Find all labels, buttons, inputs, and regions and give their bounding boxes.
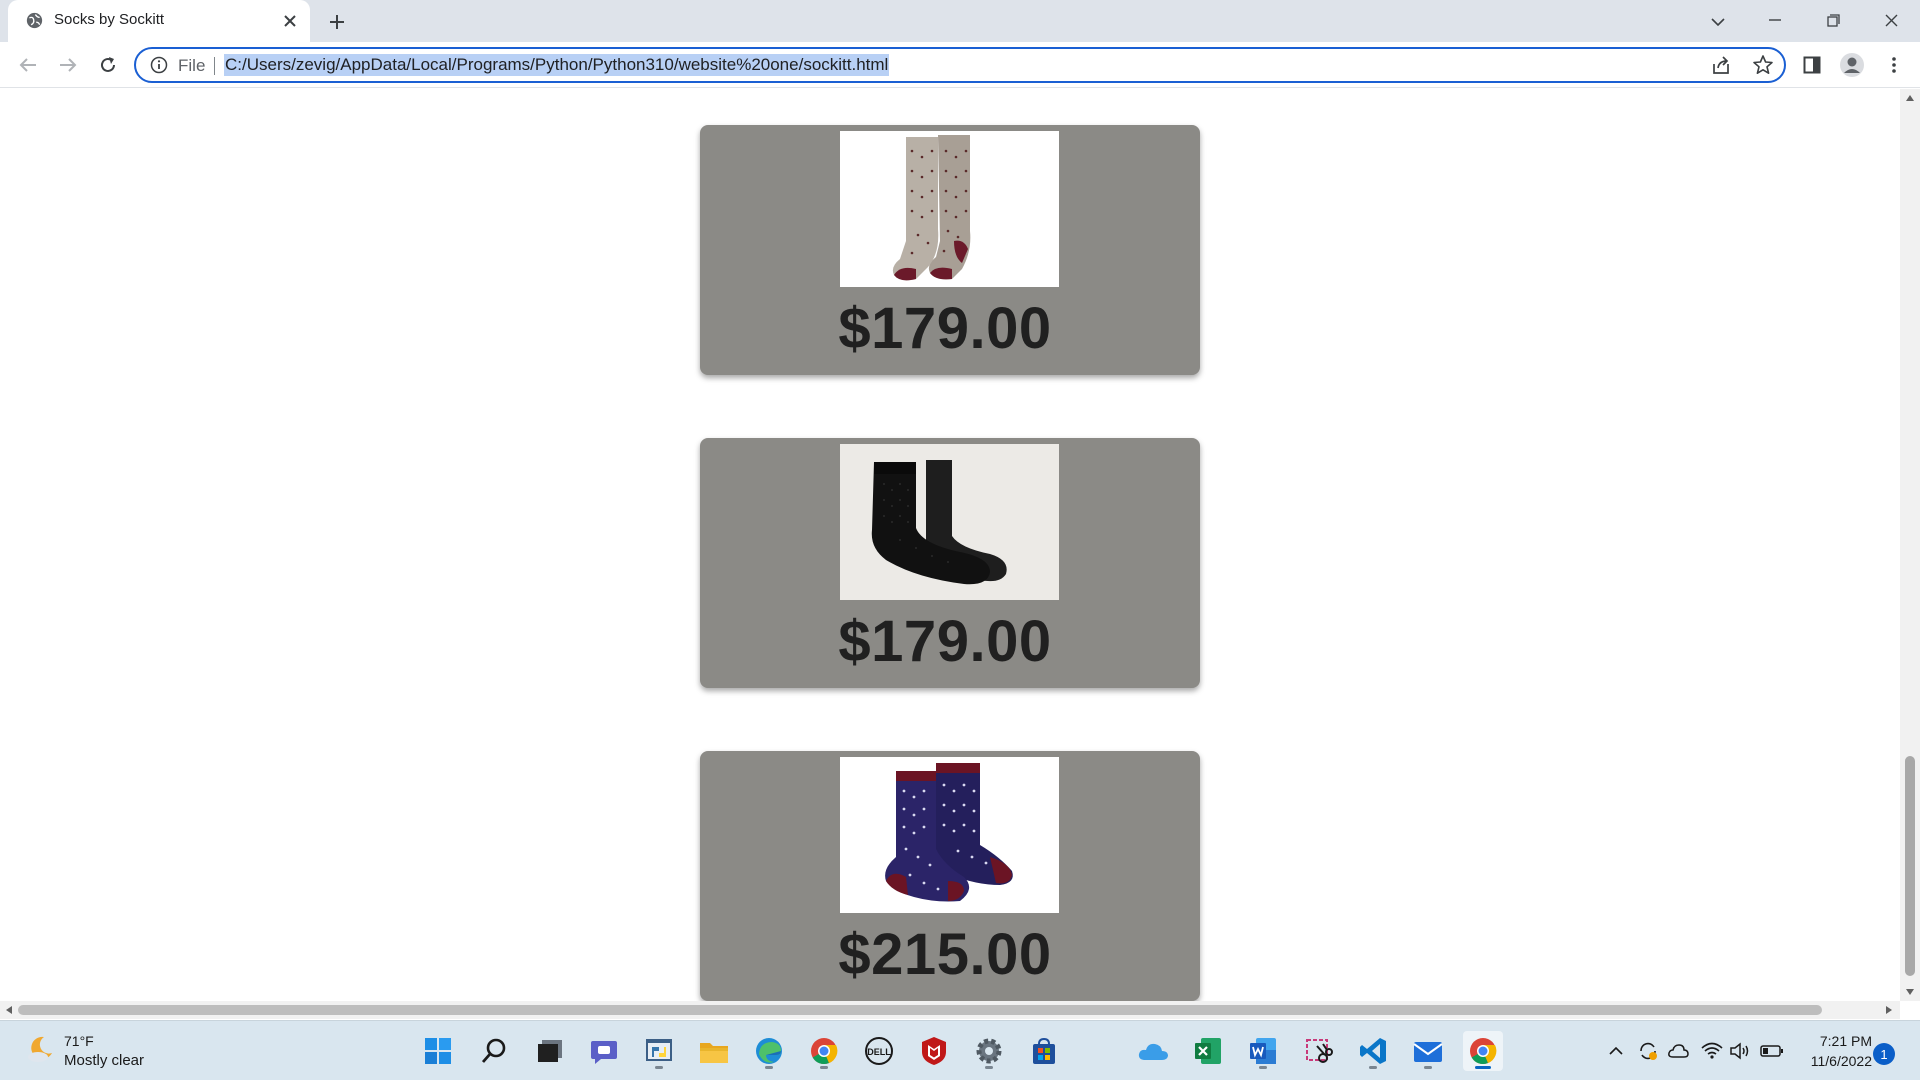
vertical-scrollbar[interactable] — [1900, 89, 1920, 1001]
file-explorer-icon[interactable] — [694, 1031, 734, 1071]
clock-date[interactable]: 11/6/2022 — [1798, 1053, 1872, 1069]
product-image-navy-socks[interactable] — [840, 757, 1059, 913]
vertical-scrollbar-thumb[interactable] — [1905, 756, 1915, 976]
onedrive-cloud-icon[interactable] — [1133, 1031, 1173, 1071]
python-idle-icon[interactable] — [639, 1031, 679, 1071]
running-indicator — [1424, 1066, 1432, 1069]
start-button[interactable] — [418, 1031, 458, 1071]
scroll-left-arrow-icon[interactable] — [2, 1003, 16, 1017]
running-indicator — [820, 1066, 828, 1069]
product-price: $215.00 — [838, 922, 1052, 987]
running-indicator — [1475, 1066, 1491, 1069]
tab-strip: Socks by Sockitt — [0, 0, 1920, 42]
volume-icon[interactable] — [1728, 1039, 1752, 1063]
snipping-tool-icon[interactable] — [1298, 1031, 1338, 1071]
wifi-icon[interactable] — [1700, 1039, 1724, 1063]
page-viewport: $179.00 $179.00 $215.00 — [0, 89, 1900, 1001]
back-button[interactable] — [12, 49, 44, 81]
restore-button[interactable] — [1804, 0, 1862, 40]
dell-icon[interactable]: DELL — [859, 1031, 899, 1071]
scroll-down-arrow-icon[interactable] — [1903, 985, 1917, 999]
chrome-browser-icon[interactable] — [804, 1031, 844, 1071]
address-separator — [214, 57, 215, 75]
browser-toolbar: File C:/Users/zevig/AppData/Local/Progra… — [0, 42, 1920, 88]
running-indicator — [765, 1066, 773, 1069]
weather-description: Mostly clear — [64, 1052, 145, 1069]
mcafee-shield-icon[interactable] — [914, 1031, 954, 1071]
tab-title: Socks by Sockitt — [54, 11, 165, 28]
close-window-button[interactable] — [1862, 0, 1920, 40]
product-card[interactable]: $215.00 — [700, 751, 1200, 1001]
bookmark-star-icon[interactable] — [1752, 54, 1774, 76]
product-image-beige-socks[interactable] — [840, 131, 1059, 287]
info-icon[interactable] — [150, 56, 168, 74]
word-icon[interactable] — [1243, 1031, 1283, 1071]
running-indicator — [655, 1066, 663, 1069]
settings-gear-icon[interactable] — [969, 1031, 1009, 1071]
side-panel-icon[interactable] — [1798, 51, 1826, 79]
sync-icon[interactable] — [1636, 1039, 1660, 1063]
file-scheme-label: File — [178, 56, 206, 75]
new-tab-button[interactable] — [324, 9, 350, 35]
running-indicator — [1369, 1066, 1377, 1069]
product-card[interactable]: $179.00 — [700, 438, 1200, 688]
weather-temperature: 71°F — [64, 1033, 94, 1049]
cloud-icon[interactable] — [1666, 1039, 1690, 1063]
clock-time[interactable]: 7:21 PM — [1808, 1033, 1872, 1049]
mail-envelope-icon[interactable] — [1408, 1031, 1448, 1071]
product-price: $179.00 — [838, 296, 1052, 361]
scroll-right-arrow-icon[interactable] — [1882, 1003, 1896, 1017]
teams-chat-icon[interactable] — [584, 1031, 624, 1071]
horizontal-scrollbar-thumb[interactable] — [18, 1005, 1822, 1015]
moon-cloud-icon — [28, 1036, 52, 1062]
share-icon[interactable] — [1710, 55, 1732, 77]
chrome-active-icon[interactable] — [1463, 1031, 1503, 1071]
edge-browser-icon[interactable] — [749, 1031, 789, 1071]
running-indicator — [1259, 1066, 1267, 1069]
svg-text:DELL: DELL — [867, 1047, 891, 1057]
excel-icon[interactable] — [1188, 1031, 1228, 1071]
close-tab-icon[interactable] — [280, 11, 300, 31]
windows-taskbar: 71°F Mostly clear DELL 7:21 PM 11/6/2022… — [0, 1020, 1920, 1080]
tab-search-chevron-icon[interactable] — [1706, 10, 1730, 34]
notification-badge[interactable]: 1 — [1873, 1043, 1895, 1065]
running-indicator — [985, 1066, 993, 1069]
vscode-icon[interactable] — [1353, 1031, 1393, 1071]
scroll-up-arrow-icon[interactable] — [1903, 91, 1917, 105]
menu-kebab-icon[interactable] — [1880, 51, 1908, 79]
browser-tab[interactable]: Socks by Sockitt — [8, 0, 310, 42]
taskbar-search-icon[interactable] — [474, 1031, 514, 1071]
address-bar[interactable]: File C:/Users/zevig/AppData/Local/Progra… — [134, 47, 1786, 83]
product-image-black-socks[interactable] — [840, 444, 1059, 600]
minimize-button[interactable] — [1746, 0, 1804, 40]
battery-icon[interactable] — [1760, 1039, 1784, 1063]
chevron-up-icon[interactable] — [1604, 1039, 1628, 1063]
forward-button[interactable] — [52, 49, 84, 81]
globe-icon — [26, 12, 43, 29]
product-card[interactable]: $179.00 — [700, 125, 1200, 375]
horizontal-scrollbar[interactable] — [0, 1001, 1900, 1019]
microsoft-store-icon[interactable] — [1024, 1031, 1064, 1071]
task-view-icon[interactable] — [530, 1031, 570, 1071]
profile-avatar-icon[interactable] — [1838, 51, 1866, 79]
url-text[interactable]: C:/Users/zevig/AppData/Local/Programs/Py… — [224, 54, 890, 76]
reload-button[interactable] — [92, 49, 124, 81]
product-price: $179.00 — [838, 609, 1052, 674]
